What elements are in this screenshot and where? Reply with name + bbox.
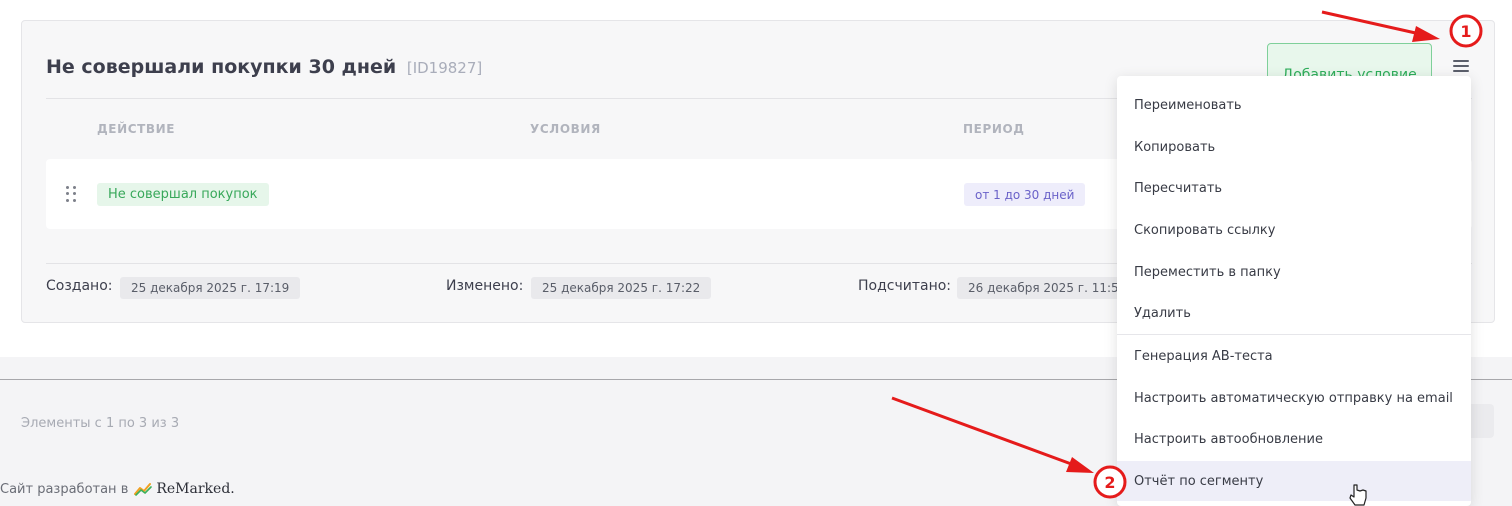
drag-handle-icon[interactable] <box>66 186 76 202</box>
menu-item-segment-report[interactable]: Отчёт по сегменту <box>1117 461 1471 501</box>
period-tag: от 1 до 30 дней <box>964 183 1086 206</box>
footer-brand[interactable]: ReMarked. <box>156 481 234 497</box>
segment-id: [ID19827] <box>406 59 483 77</box>
counted-value: 26 декабря 2025 г. 11:51 <box>957 277 1138 299</box>
action-tag: Не совершал покупок <box>97 183 269 206</box>
menu-item-rename[interactable]: Переименовать <box>1117 85 1471 125</box>
annotation-label-2: 2 <box>1104 473 1115 492</box>
menu-separator <box>1117 334 1471 335</box>
created-label: Создано: <box>46 278 113 294</box>
menu-item-copy-link[interactable]: Скопировать ссылку <box>1117 210 1471 250</box>
menu-item-autoupdate[interactable]: Настроить автообновление <box>1117 419 1471 459</box>
modified-value: 25 декабря 2025 г. 17:22 <box>531 277 712 299</box>
column-header-period: ПЕРИОД <box>963 122 1025 136</box>
segment-title-text: Не совершали покупки 30 дней <box>46 56 397 78</box>
counted-label: Подсчитано: <box>858 278 952 294</box>
menu-item-delete[interactable]: Удалить <box>1117 293 1471 333</box>
menu-item-copy[interactable]: Копировать <box>1117 127 1471 167</box>
hamburger-menu-icon[interactable] <box>1453 56 1473 76</box>
modified-label: Изменено: <box>446 278 524 294</box>
pagination-info: Элементы с 1 по 3 из 3 <box>21 416 180 431</box>
remarked-logo-icon <box>134 482 153 496</box>
segment-title: Не совершали покупки 30 дней [ID19827] <box>46 56 482 78</box>
footer-credit: Сайт разработан в ReMarked. <box>0 481 235 497</box>
column-header-conditions: УСЛОВИЯ <box>530 122 601 136</box>
menu-item-ab-test[interactable]: Генерация AB-теста <box>1117 336 1471 376</box>
menu-item-email-autosend[interactable]: Настроить автоматическую отправку на ema… <box>1117 378 1471 418</box>
menu-item-move-to-folder[interactable]: Переместить в папку <box>1117 252 1471 292</box>
menu-item-recalculate[interactable]: Пересчитать <box>1117 168 1471 208</box>
column-header-action: ДЕЙСТВИЕ <box>97 122 176 136</box>
created-value: 25 декабря 2025 г. 17:19 <box>120 277 301 299</box>
pagination-control[interactable] <box>1470 404 1494 438</box>
annotation-arrow-2 <box>891 396 1094 473</box>
segment-actions-menu: Переименовать Копировать Пересчитать Ско… <box>1117 76 1471 506</box>
footer-credit-text: Сайт разработан в <box>0 481 129 497</box>
